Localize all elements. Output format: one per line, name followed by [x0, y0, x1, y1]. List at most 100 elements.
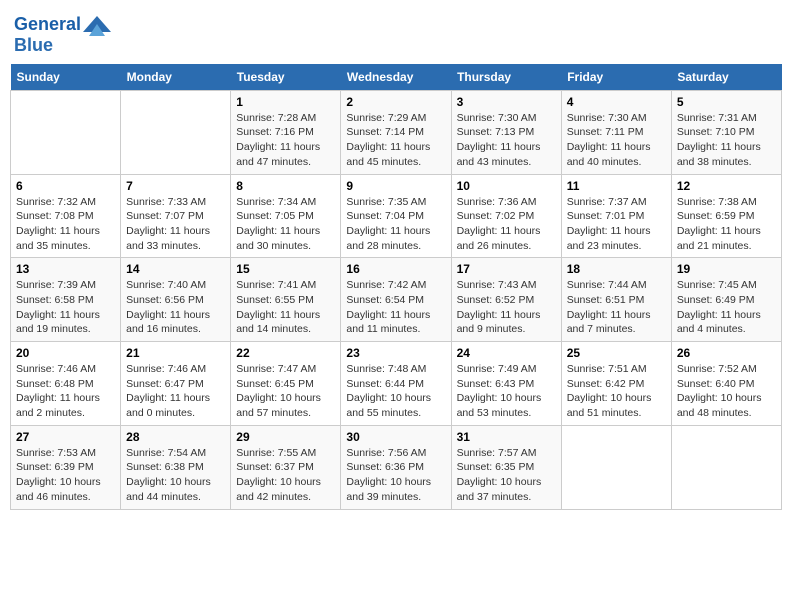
calendar-cell: 22 Sunrise: 7:47 AMSunset: 6:45 PMDayligh…	[231, 342, 341, 426]
calendar-cell: 27 Sunrise: 7:53 AMSunset: 6:39 PMDayligh…	[11, 425, 121, 509]
calendar-cell: 20 Sunrise: 7:46 AMSunset: 6:48 PMDayligh…	[11, 342, 121, 426]
day-number: 12	[677, 179, 776, 193]
day-info: Sunrise: 7:52 AMSunset: 6:40 PMDaylight:…	[677, 362, 776, 421]
day-number: 24	[457, 346, 556, 360]
calendar-cell: 16Sunrise: 7:42 AMSunset: 6:54 PMDayligh…	[341, 258, 451, 342]
calendar-cell	[671, 425, 781, 509]
day-info: Sunrise: 7:30 AMSunset: 7:13 PMDaylight:…	[457, 111, 556, 170]
day-number: 28	[126, 430, 225, 444]
calendar-week-2: 6 Sunrise: 7:32 AMSunset: 7:08 PMDaylight…	[11, 174, 782, 258]
day-info: Sunrise: 7:45 AMSunset: 6:49 PMDaylight:…	[677, 278, 776, 337]
day-info: Sunrise: 7:56 AMSunset: 6:36 PMDaylight:…	[346, 446, 445, 505]
calendar-cell: 24 Sunrise: 7:49 AMSunset: 6:43 PMDayligh…	[451, 342, 561, 426]
day-info: Sunrise: 7:53 AMSunset: 6:39 PMDaylight:…	[16, 446, 115, 505]
day-info: Sunrise: 7:47 AMSunset: 6:45 PMDaylight:…	[236, 362, 335, 421]
calendar-cell: 14Sunrise: 7:40 AMSunset: 6:56 PMDayligh…	[121, 258, 231, 342]
weekday-header-friday: Friday	[561, 64, 671, 91]
page-header: General Blue	[10, 10, 782, 56]
day-info: Sunrise: 7:37 AMSunset: 7:01 PMDaylight:…	[567, 195, 666, 254]
day-number: 30	[346, 430, 445, 444]
calendar-week-3: 13 Sunrise: 7:39 AMSunset: 6:58 PMDayligh…	[11, 258, 782, 342]
calendar-cell: 23Sunrise: 7:48 AMSunset: 6:44 PMDayligh…	[341, 342, 451, 426]
day-number: 16	[346, 262, 445, 276]
day-info: Sunrise: 7:57 AMSunset: 6:35 PMDaylight:…	[457, 446, 556, 505]
day-number: 2	[346, 95, 445, 109]
day-number: 11	[567, 179, 666, 193]
day-number: 6	[16, 179, 115, 193]
calendar-cell: 29Sunrise: 7:55 AMSunset: 6:37 PMDayligh…	[231, 425, 341, 509]
weekday-header-tuesday: Tuesday	[231, 64, 341, 91]
calendar-cell	[11, 90, 121, 174]
calendar-cell: 3 Sunrise: 7:30 AMSunset: 7:13 PMDaylight…	[451, 90, 561, 174]
day-number: 1	[236, 95, 335, 109]
day-info: Sunrise: 7:32 AMSunset: 7:08 PMDaylight:…	[16, 195, 115, 254]
day-number: 9	[346, 179, 445, 193]
day-info: Sunrise: 7:36 AMSunset: 7:02 PMDaylight:…	[457, 195, 556, 254]
calendar-cell: 12 Sunrise: 7:38 AMSunset: 6:59 PMDayligh…	[671, 174, 781, 258]
calendar-cell: 26Sunrise: 7:52 AMSunset: 6:40 PMDayligh…	[671, 342, 781, 426]
day-number: 20	[16, 346, 115, 360]
day-number: 8	[236, 179, 335, 193]
day-number: 27	[16, 430, 115, 444]
day-info: Sunrise: 7:28 AMSunset: 7:16 PMDaylight:…	[236, 111, 335, 170]
day-info: Sunrise: 7:46 AMSunset: 6:47 PMDaylight:…	[126, 362, 225, 421]
calendar-cell: 13 Sunrise: 7:39 AMSunset: 6:58 PMDayligh…	[11, 258, 121, 342]
day-info: Sunrise: 7:35 AMSunset: 7:04 PMDaylight:…	[346, 195, 445, 254]
weekday-header-saturday: Saturday	[671, 64, 781, 91]
calendar-week-1: 1 Sunrise: 7:28 AMSunset: 7:16 PMDaylight…	[11, 90, 782, 174]
calendar-cell: 7Sunrise: 7:33 AMSunset: 7:07 PMDaylight…	[121, 174, 231, 258]
day-info: Sunrise: 7:43 AMSunset: 6:52 PMDaylight:…	[457, 278, 556, 337]
day-number: 18	[567, 262, 666, 276]
logo-text-blue: Blue	[14, 36, 111, 56]
day-number: 22	[236, 346, 335, 360]
day-info: Sunrise: 7:31 AMSunset: 7:10 PMDaylight:…	[677, 111, 776, 170]
calendar-table: SundayMondayTuesdayWednesdayThursdayFrid…	[10, 64, 782, 510]
day-info: Sunrise: 7:46 AMSunset: 6:48 PMDaylight:…	[16, 362, 115, 421]
day-number: 3	[457, 95, 556, 109]
day-info: Sunrise: 7:33 AMSunset: 7:07 PMDaylight:…	[126, 195, 225, 254]
day-info: Sunrise: 7:29 AMSunset: 7:14 PMDaylight:…	[346, 111, 445, 170]
day-info: Sunrise: 7:34 AMSunset: 7:05 PMDaylight:…	[236, 195, 335, 254]
day-number: 15	[236, 262, 335, 276]
calendar-cell: 2 Sunrise: 7:29 AMSunset: 7:14 PMDaylight…	[341, 90, 451, 174]
day-number: 4	[567, 95, 666, 109]
day-number: 19	[677, 262, 776, 276]
calendar-cell: 18Sunrise: 7:44 AMSunset: 6:51 PMDayligh…	[561, 258, 671, 342]
calendar-cell: 6 Sunrise: 7:32 AMSunset: 7:08 PMDaylight…	[11, 174, 121, 258]
calendar-cell: 21Sunrise: 7:46 AMSunset: 6:47 PMDayligh…	[121, 342, 231, 426]
calendar-cell: 28 Sunrise: 7:54 AMSunset: 6:38 PMDayligh…	[121, 425, 231, 509]
day-number: 31	[457, 430, 556, 444]
calendar-cell	[561, 425, 671, 509]
day-number: 17	[457, 262, 556, 276]
calendar-cell: 25 Sunrise: 7:51 AMSunset: 6:42 PMDayligh…	[561, 342, 671, 426]
day-info: Sunrise: 7:30 AMSunset: 7:11 PMDaylight:…	[567, 111, 666, 170]
calendar-cell: 8 Sunrise: 7:34 AMSunset: 7:05 PMDaylight…	[231, 174, 341, 258]
logo-icon	[83, 14, 111, 36]
day-number: 13	[16, 262, 115, 276]
day-info: Sunrise: 7:54 AMSunset: 6:38 PMDaylight:…	[126, 446, 225, 505]
day-number: 25	[567, 346, 666, 360]
weekday-header-row: SundayMondayTuesdayWednesdayThursdayFrid…	[11, 64, 782, 91]
day-number: 5	[677, 95, 776, 109]
day-info: Sunrise: 7:41 AMSunset: 6:55 PMDaylight:…	[236, 278, 335, 337]
calendar-cell: 4 Sunrise: 7:30 AMSunset: 7:11 PMDaylight…	[561, 90, 671, 174]
weekday-header-sunday: Sunday	[11, 64, 121, 91]
calendar-cell: 15 Sunrise: 7:41 AMSunset: 6:55 PMDayligh…	[231, 258, 341, 342]
logo-text: General	[14, 15, 81, 35]
weekday-header-thursday: Thursday	[451, 64, 561, 91]
calendar-cell: 9 Sunrise: 7:35 AMSunset: 7:04 PMDaylight…	[341, 174, 451, 258]
day-info: Sunrise: 7:55 AMSunset: 6:37 PMDaylight:…	[236, 446, 335, 505]
day-info: Sunrise: 7:39 AMSunset: 6:58 PMDaylight:…	[16, 278, 115, 337]
calendar-week-5: 27 Sunrise: 7:53 AMSunset: 6:39 PMDayligh…	[11, 425, 782, 509]
day-info: Sunrise: 7:40 AMSunset: 6:56 PMDaylight:…	[126, 278, 225, 337]
day-info: Sunrise: 7:51 AMSunset: 6:42 PMDaylight:…	[567, 362, 666, 421]
calendar-cell	[121, 90, 231, 174]
calendar-cell: 30 Sunrise: 7:56 AMSunset: 6:36 PMDayligh…	[341, 425, 451, 509]
day-info: Sunrise: 7:49 AMSunset: 6:43 PMDaylight:…	[457, 362, 556, 421]
calendar-cell: 11 Sunrise: 7:37 AMSunset: 7:01 PMDayligh…	[561, 174, 671, 258]
day-info: Sunrise: 7:38 AMSunset: 6:59 PMDaylight:…	[677, 195, 776, 254]
logo: General Blue	[14, 14, 111, 56]
calendar-cell: 1 Sunrise: 7:28 AMSunset: 7:16 PMDaylight…	[231, 90, 341, 174]
weekday-header-wednesday: Wednesday	[341, 64, 451, 91]
calendar-week-4: 20 Sunrise: 7:46 AMSunset: 6:48 PMDayligh…	[11, 342, 782, 426]
